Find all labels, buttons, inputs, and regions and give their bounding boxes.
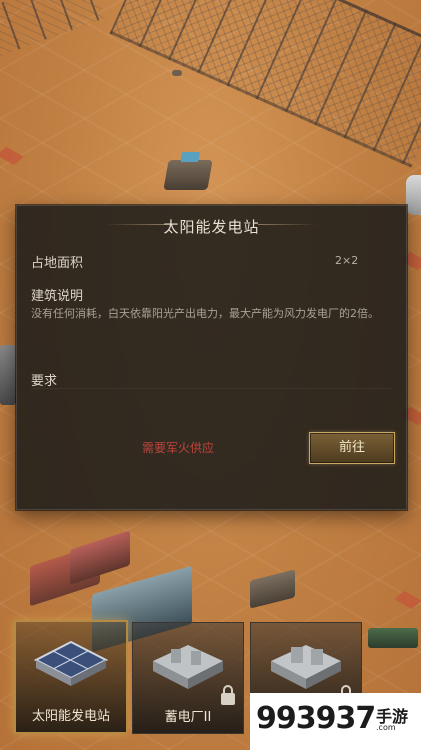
card-label: 太阳能发电站 (31, 709, 110, 724)
site-watermark: 993937 手游 .com (250, 693, 421, 750)
building-edge-right[interactable] (406, 175, 421, 215)
building-info-dialog: 太阳能发电站 占地面积 2×2 建筑说明 没有任何消耗，白天依靠阳光产出电力，最… (16, 205, 407, 510)
map-object (172, 70, 182, 76)
area-label: 占地面积 (31, 256, 84, 271)
battery-plant-icon (153, 645, 223, 689)
watermark-number: 993937 (256, 701, 376, 736)
solar-panel-icon (34, 640, 108, 686)
dialog-title: 太阳能发电站 (163, 218, 260, 236)
building-card-battery[interactable]: 蓄电厂II (132, 622, 244, 734)
requirement-label: 要求 (31, 374, 58, 389)
building-edge[interactable] (0, 345, 16, 405)
description-label: 建筑说明 (31, 289, 84, 304)
map-vehicle[interactable] (163, 160, 213, 190)
divider (31, 388, 392, 389)
lock-icon (221, 685, 235, 705)
building-card-solar[interactable]: 太阳能发电站 (14, 620, 128, 734)
title-ornament-right (258, 224, 318, 225)
card-label: 蓄电厂II (164, 710, 212, 725)
go-button[interactable]: 前往 (309, 432, 395, 464)
area-value: 2×2 (335, 254, 359, 267)
requirement-warning: 需要军火供应 (142, 441, 215, 455)
description-text: 没有任何消耗，白天依靠阳光产出电力，最大产能为风力发电厂的2倍。 (31, 307, 379, 320)
watermark-url: .com (376, 723, 396, 732)
power-plant-icon (271, 645, 341, 689)
